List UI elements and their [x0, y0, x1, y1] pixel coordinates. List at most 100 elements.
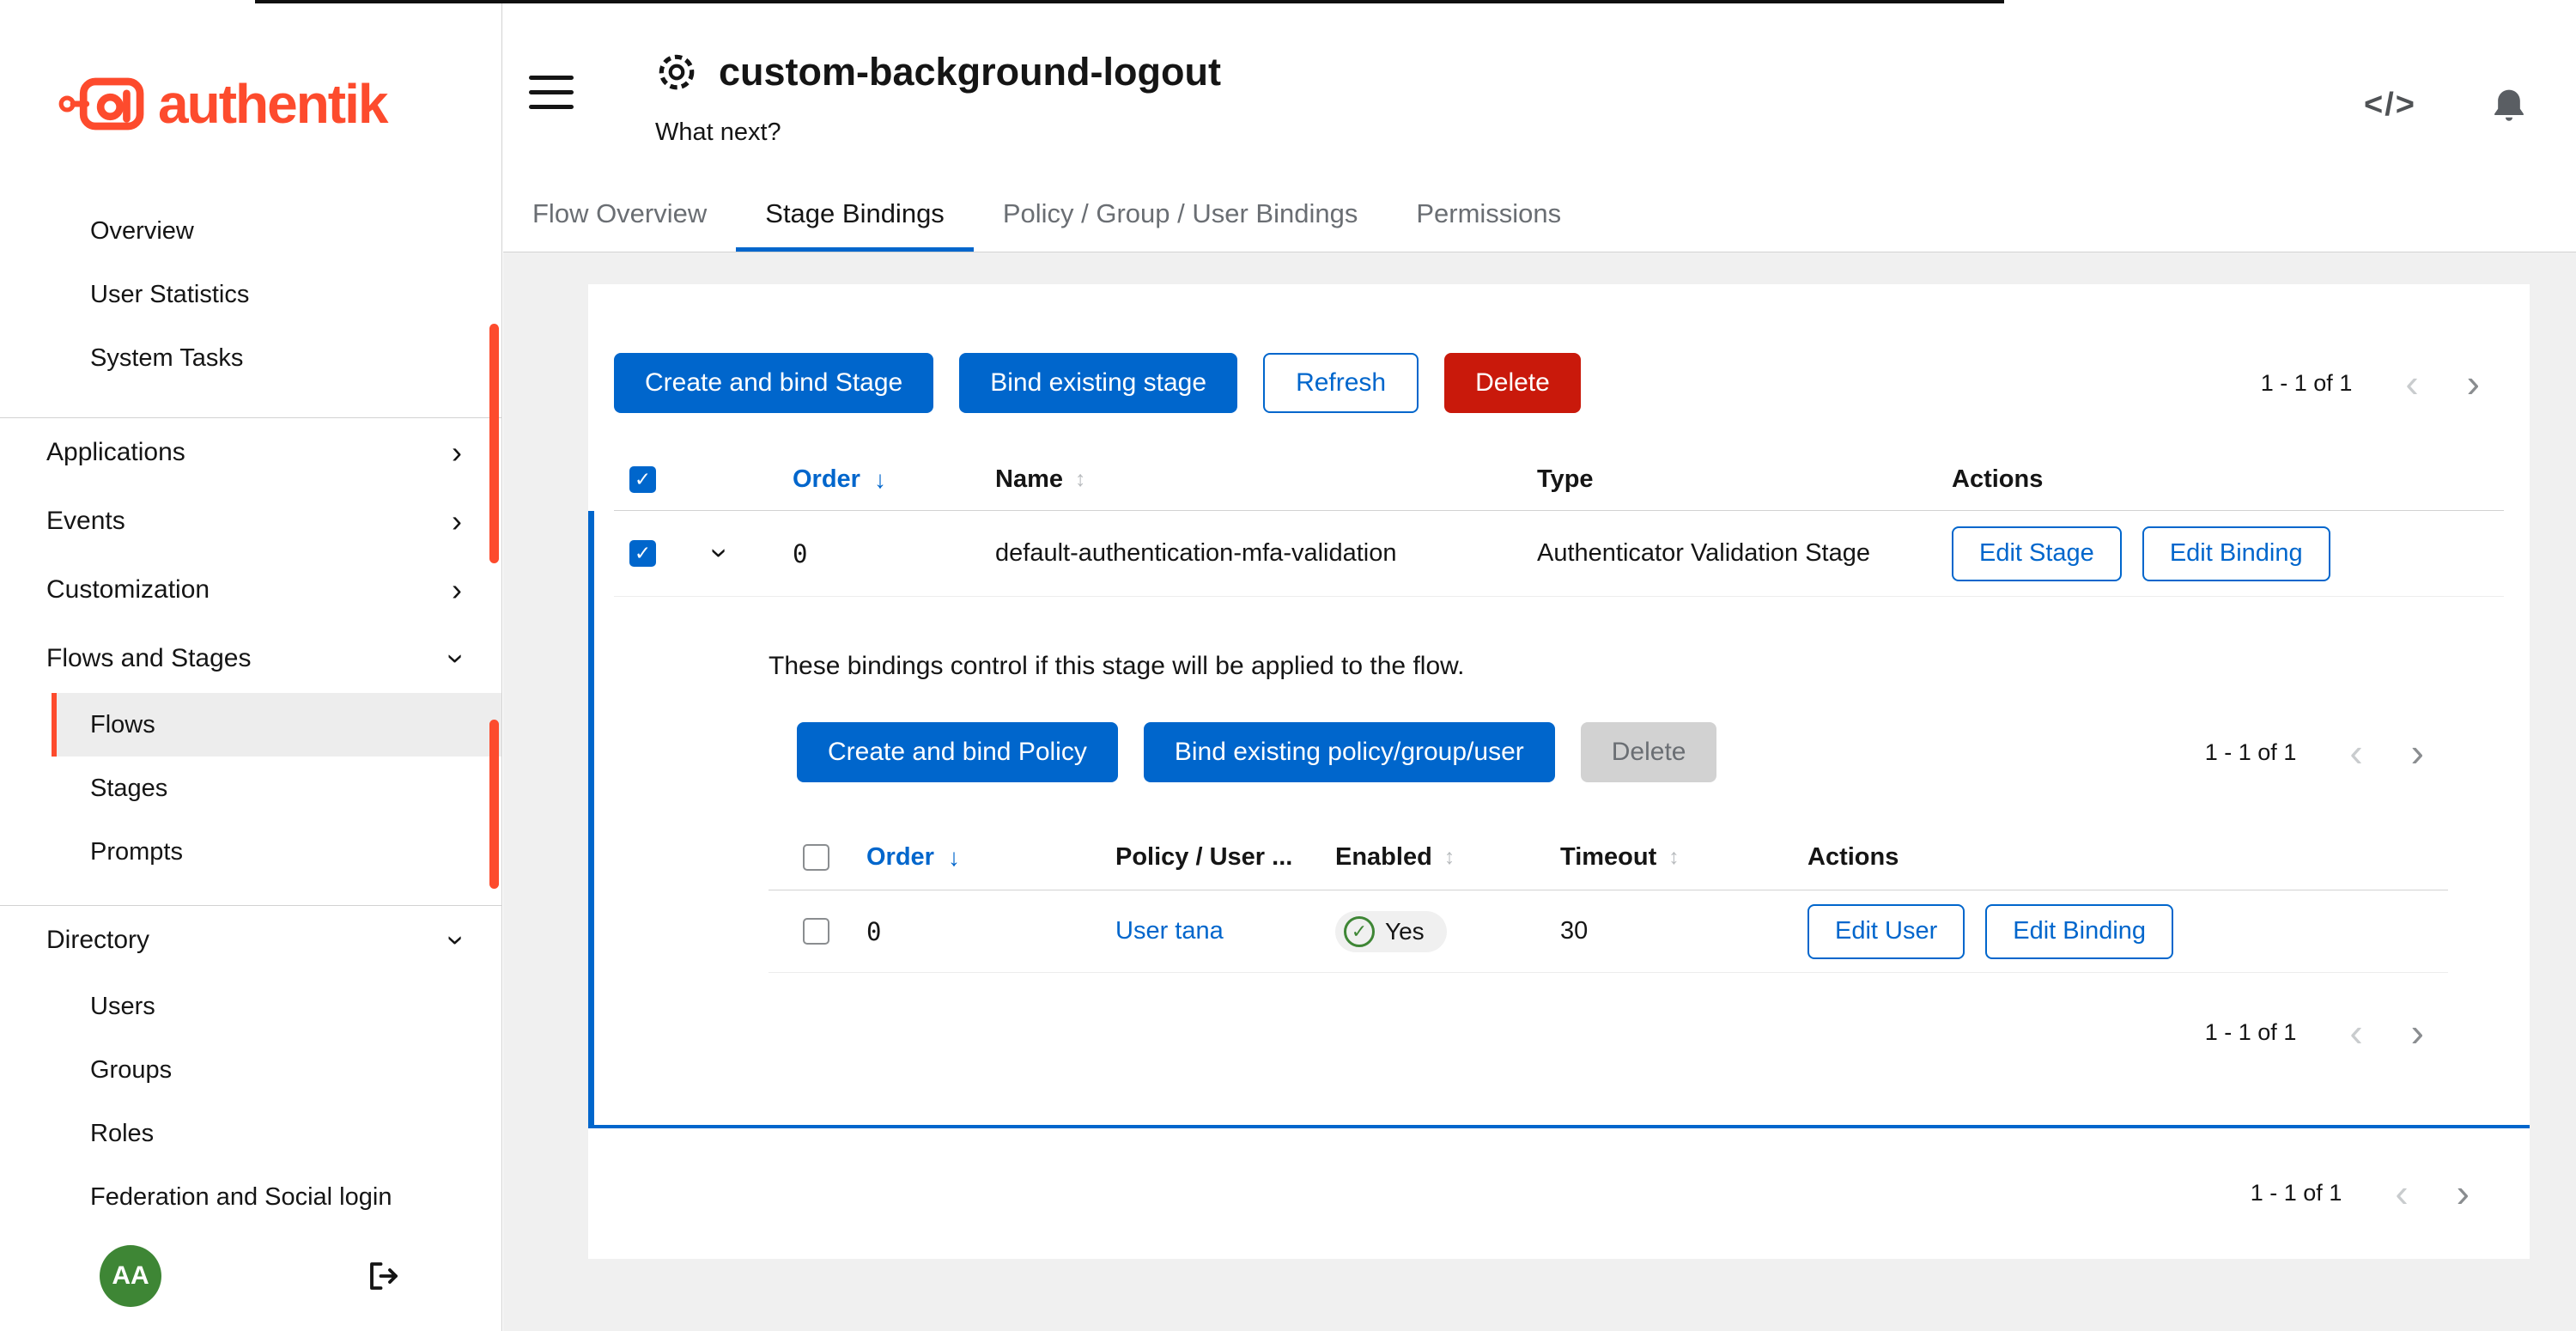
stage-bindings-card: Create and bind Stage Bind existing stag… — [588, 284, 2530, 1259]
pagination-next-icon[interactable]: › — [2387, 1012, 2448, 1052]
notifications-bell-icon[interactable] — [2490, 86, 2528, 125]
avatar[interactable]: AA — [100, 1245, 161, 1307]
row-expander-chevron-icon[interactable]: › — [705, 548, 736, 558]
column-header-name[interactable]: Name ↕ — [975, 465, 1516, 494]
authentik-logo[interactable]: authentik — [0, 0, 501, 170]
authentik-logo-text: authentik — [158, 72, 386, 136]
pagination-bottom: 1 - 1 of 1 ‹ › — [614, 1173, 2504, 1212]
create-and-bind-policy-button[interactable]: Create and bind Policy — [797, 722, 1118, 782]
create-and-bind-stage-button[interactable]: Create and bind Stage — [614, 353, 933, 413]
tab-stage-bindings[interactable]: Stage Bindings — [736, 179, 974, 252]
delete-policy-binding-button[interactable]: Delete — [1581, 722, 1717, 782]
stage-table-row[interactable]: ✓ › 0 default-authentication-mfa-validat… — [614, 511, 2504, 597]
refresh-button[interactable]: Refresh — [1263, 353, 1419, 413]
sidebar-item-label: Overview — [90, 217, 194, 246]
sidebar-section-label: Flows and Stages — [46, 644, 251, 673]
column-header-enabled[interactable]: Enabled ↕ — [1327, 843, 1550, 872]
column-header-order[interactable]: Order ↓ — [769, 465, 975, 494]
sidebar-item-system-tasks[interactable]: System Tasks — [0, 326, 501, 390]
sidebar-item-label: Groups — [90, 1056, 172, 1085]
sidebar-flows-children: Flows Stages Prompts — [0, 693, 501, 905]
pagination-next-icon[interactable]: › — [2443, 363, 2504, 403]
sidebar-item-overview[interactable]: Overview — [0, 199, 501, 263]
bind-existing-policy-button[interactable]: Bind existing policy/group/user — [1144, 722, 1555, 782]
tab-label: Permissions — [1416, 198, 1561, 229]
sort-desc-icon: ↓ — [948, 844, 960, 872]
sidebar-item-flows[interactable]: Flows — [52, 693, 501, 757]
sidebar-item-stages[interactable]: Stages — [0, 757, 501, 820]
pagination-label: 1 - 1 of 1 — [2251, 1180, 2342, 1206]
delete-button[interactable]: Delete — [1444, 353, 1581, 413]
policy-bindings-toolbar: Create and bind Policy Bind existing pol… — [797, 722, 2448, 782]
sidebar-scrollbar-thumb[interactable] — [489, 324, 499, 563]
sidebar-item-user-statistics[interactable]: User Statistics — [0, 263, 501, 326]
sidebar-item-federation-social-login[interactable]: Federation and Social login — [0, 1165, 501, 1229]
column-header-actions: Actions — [1790, 843, 2448, 872]
sidebar-item-roles[interactable]: Roles — [0, 1102, 501, 1165]
sidebar-footer: AA — [0, 1245, 501, 1307]
edit-binding-button[interactable]: Edit Binding — [1985, 904, 2173, 959]
sidebar-item-label: Federation and Social login — [90, 1183, 392, 1212]
sidebar-top-nav: Overview User Statistics System Tasks — [0, 170, 501, 417]
policy-table-header: Order ↓ Policy / User ... Enabled ↕ — [769, 825, 2448, 890]
sidebar-section-flows-and-stages[interactable]: Flows and Stages › — [0, 624, 501, 693]
column-header-timeout[interactable]: Timeout ↕ — [1550, 843, 1790, 872]
page-title: custom-background-logout — [719, 50, 1221, 94]
sort-icon: ↕ — [1668, 845, 1680, 870]
sidebar-section-customization[interactable]: Customization › — [0, 556, 501, 624]
column-header-type: Type — [1516, 465, 1945, 494]
select-all-checkbox[interactable]: ✓ — [629, 466, 656, 493]
row-checkbox[interactable]: ✓ — [629, 540, 656, 567]
sidebar-scrollbar-thumb[interactable] — [489, 720, 499, 889]
edit-user-button[interactable]: Edit User — [1807, 904, 1965, 959]
success-check-icon: ✓ — [1344, 916, 1375, 947]
pagination-prev-icon[interactable]: ‹ — [2371, 1173, 2432, 1212]
sidebar-item-label: Roles — [90, 1120, 154, 1148]
tab-policy-group-user-bindings[interactable]: Policy / Group / User Bindings — [974, 179, 1388, 252]
pagination-top: 1 - 1 of 1 ‹ › — [2261, 363, 2504, 403]
sidebar-section-events[interactable]: Events › — [0, 487, 501, 556]
chevron-right-icon: › — [452, 506, 462, 537]
user-link[interactable]: User tana — [1115, 917, 1224, 945]
select-all-policies-checkbox[interactable] — [803, 844, 829, 871]
pagination-next-icon[interactable]: › — [2433, 1173, 2494, 1212]
sidebar-item-groups[interactable]: Groups — [0, 1038, 501, 1102]
policy-table-row[interactable]: 0 User tana ✓ Yes — [769, 890, 2448, 973]
logout-icon[interactable] — [366, 1258, 402, 1294]
sidebar-item-label: Prompts — [90, 838, 183, 866]
tab-permissions[interactable]: Permissions — [1387, 179, 1590, 252]
column-header-actions: Actions — [1945, 465, 2504, 494]
avatar-initials: AA — [112, 1261, 149, 1291]
api-code-icon[interactable]: </> — [2364, 87, 2416, 124]
row-expansion: These bindings control if this stage wil… — [614, 597, 2504, 1125]
column-header-order[interactable]: Order ↓ — [854, 843, 1103, 872]
cell-order: 0 — [769, 539, 975, 568]
sidebar-item-label: Users — [90, 993, 155, 1021]
authentik-logo-icon — [57, 73, 146, 135]
pagination-prev-icon[interactable]: ‹ — [2325, 732, 2386, 772]
sort-icon: ↕ — [1075, 467, 1086, 492]
cell-timeout: 30 — [1550, 917, 1790, 945]
sidebar-item-prompts[interactable]: Prompts — [0, 820, 501, 884]
edit-stage-button[interactable]: Edit Stage — [1952, 526, 2122, 581]
tab-label: Policy / Group / User Bindings — [1003, 198, 1358, 229]
pagination-prev-icon[interactable]: ‹ — [2381, 363, 2442, 403]
policy-row-checkbox[interactable] — [803, 918, 829, 945]
edit-binding-button[interactable]: Edit Binding — [2142, 526, 2330, 581]
tab-flow-overview[interactable]: Flow Overview — [503, 179, 736, 252]
flow-stage-icon — [655, 51, 698, 94]
sidebar-item-users[interactable]: Users — [0, 975, 501, 1038]
pagination-prev-icon[interactable]: ‹ — [2325, 1012, 2386, 1052]
enabled-status-label: Yes — [1385, 918, 1425, 945]
expanded-row-group: ✓ › 0 default-authentication-mfa-validat… — [588, 511, 2530, 1128]
pagination-policy-top: 1 - 1 of 1 ‹ › — [2205, 732, 2448, 772]
bind-existing-stage-button[interactable]: Bind existing stage — [959, 353, 1237, 413]
sidebar-section-applications[interactable]: Applications › — [0, 418, 501, 487]
cell-actions: Edit Stage Edit Binding — [1945, 526, 2504, 581]
sidebar-section-directory[interactable]: Directory › — [0, 906, 501, 975]
pagination-label: 1 - 1 of 1 — [2205, 1019, 2297, 1046]
sidebar: authentik Overview User Statistics Syste… — [0, 0, 502, 1331]
pagination-next-icon[interactable]: › — [2387, 732, 2448, 772]
pagination-policy-bottom: 1 - 1 of 1 ‹ › — [769, 1012, 2448, 1052]
menu-icon[interactable] — [529, 76, 574, 147]
